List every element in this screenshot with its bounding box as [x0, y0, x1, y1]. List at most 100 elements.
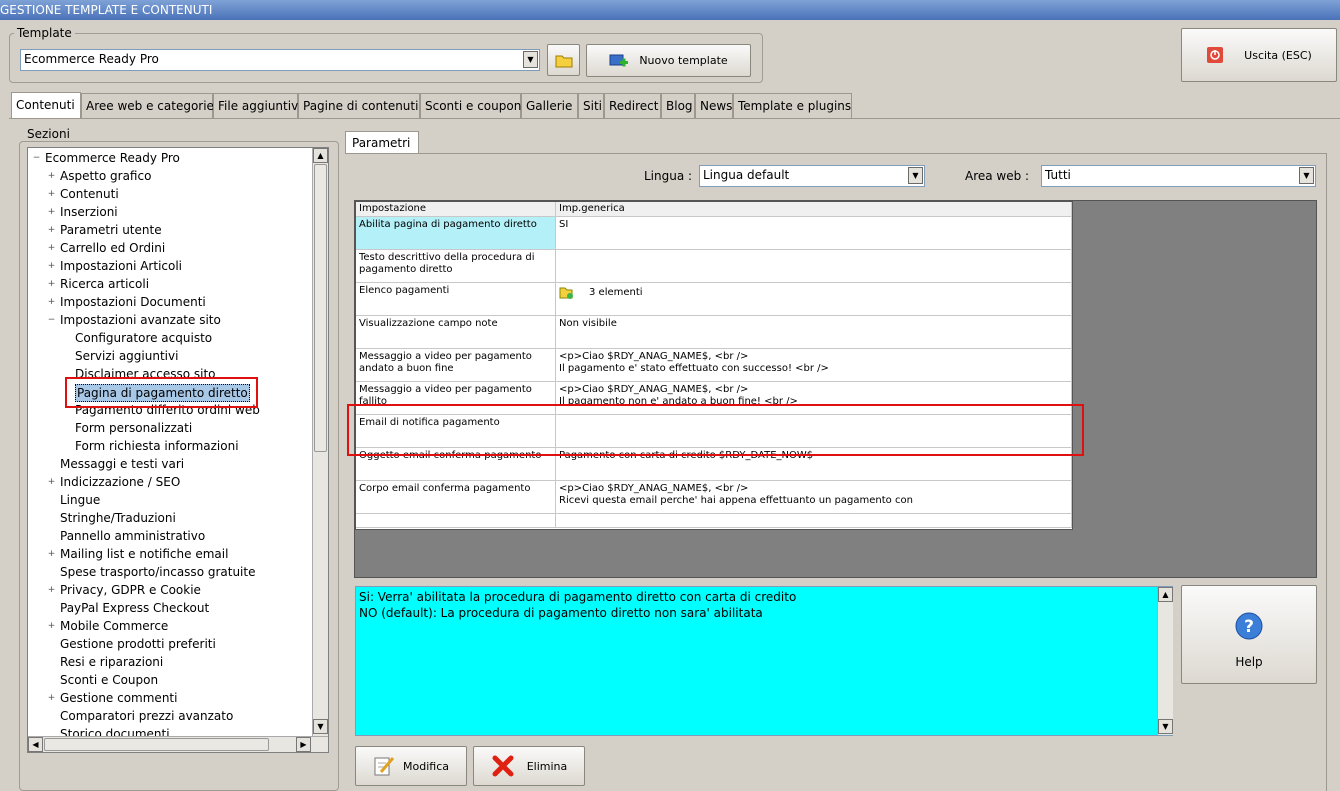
tree-hscroll-thumb[interactable] [44, 738, 269, 751]
tree-item[interactable]: Configuratore acquisto [75, 330, 212, 346]
tree-item[interactable]: Comparatori prezzi avanzato [60, 708, 233, 724]
scroll-right-icon[interactable]: ▶ [296, 737, 311, 752]
expand-icon[interactable]: + [47, 280, 56, 289]
chevron-down-icon[interactable]: ▼ [908, 167, 923, 184]
tree-item[interactable]: Mobile Commerce [60, 618, 168, 634]
tab-siti[interactable]: Siti [578, 93, 604, 118]
tree-item[interactable]: Gestione commenti [60, 690, 177, 706]
tab-contenuti[interactable]: Contenuti [11, 92, 81, 118]
tree-item[interactable]: Contenuti [60, 186, 119, 202]
tab-pagine-di-contenuti[interactable]: Pagine di contenuti [298, 93, 420, 118]
tree-item[interactable]: Messaggi e testi vari [60, 456, 184, 472]
new-template-button[interactable]: Nuovo template [586, 44, 751, 77]
tree-scroll-thumb[interactable] [314, 164, 327, 452]
row-value[interactable]: <p>Ciao $RDY_ANAG_NAME$, <br /> Ricevi qu… [556, 481, 1072, 514]
elimina-button[interactable]: Elimina [473, 746, 585, 786]
tree-item[interactable]: Ricerca articoli [60, 276, 149, 292]
expand-icon[interactable]: + [47, 298, 56, 307]
lingua-select[interactable]: Lingua default ▼ [699, 165, 925, 187]
tree-item[interactable]: Spese trasporto/incasso gratuite [60, 564, 255, 580]
expand-icon[interactable]: + [47, 586, 56, 595]
tree-item[interactable]: Indicizzazione / SEO [60, 474, 180, 490]
tree-item[interactable]: Pannello amministrativo [60, 528, 205, 544]
row-value-line-1: SI [559, 219, 569, 230]
scroll-up-icon[interactable]: ▲ [1158, 587, 1173, 602]
row-name: Elenco pagamenti [356, 283, 556, 316]
scroll-up-icon[interactable]: ▲ [313, 148, 328, 163]
help-button[interactable]: ? Help [1181, 585, 1317, 684]
tree-hscroll[interactable]: ◀ ▶ [28, 736, 328, 752]
tree-item[interactable]: Resi e riparazioni [60, 654, 163, 670]
expand-icon[interactable]: + [47, 478, 56, 487]
row-empty [556, 514, 1072, 528]
chevron-down-icon[interactable]: ▼ [1299, 167, 1314, 184]
expand-icon[interactable]: + [47, 244, 56, 253]
tree-item[interactable]: Gestione prodotti preferiti [60, 636, 216, 652]
template-select-value: Ecommerce Ready Pro [24, 52, 159, 66]
template-select[interactable]: Ecommerce Ready Pro ▼ [20, 49, 540, 71]
tab-redirect[interactable]: Redirect [604, 93, 661, 118]
scroll-down-icon[interactable]: ▼ [313, 719, 328, 734]
tree-item[interactable]: Inserzioni [60, 204, 118, 220]
tab-file-aggiuntivi[interactable]: File aggiuntivi [213, 93, 302, 118]
area-select[interactable]: Tutti ▼ [1041, 165, 1316, 187]
expand-icon[interactable]: + [47, 190, 56, 199]
scroll-left-icon[interactable]: ◀ [28, 737, 43, 752]
collapse-icon[interactable]: − [47, 316, 56, 325]
sections-legend: Sezioni [24, 127, 73, 141]
collapse-icon[interactable]: − [32, 154, 41, 163]
expand-icon[interactable]: + [47, 694, 56, 703]
row-value[interactable]: Non visibile [556, 316, 1072, 349]
params-grid[interactable]: Impostazione Imp.generica Abilita pagina d… [355, 201, 1073, 530]
tree-item[interactable]: Lingue [60, 492, 100, 508]
expand-icon[interactable]: + [47, 262, 56, 271]
chevron-down-icon[interactable]: ▼ [523, 51, 538, 68]
row-value-line-1: <p>Ciao $RDY_ANAG_NAME$, <br /> [559, 483, 749, 494]
help-textarea[interactable]: Si: Verra' abilitata la procedura di pag… [355, 586, 1173, 736]
exit-button[interactable]: Uscita (ESC) [1181, 28, 1337, 82]
tab-parametri[interactable]: Parametri [345, 131, 419, 154]
tree-item[interactable]: Stringhe/Traduzioni [60, 510, 176, 526]
folder-icon[interactable] [559, 285, 573, 299]
row-value[interactable]: SI [556, 217, 1072, 250]
expand-icon[interactable]: + [47, 208, 56, 217]
row-value-line-1: <p>Ciao $RDY_ANAG_NAME$, <br /> [559, 351, 749, 362]
tree-item[interactable]: Mailing list e notifiche email [60, 546, 228, 562]
row-value[interactable] [556, 250, 1072, 283]
tree-item[interactable]: Impostazioni Documenti [60, 294, 206, 310]
tab-aree-web-e-categorie[interactable]: Aree web e categorie [81, 93, 214, 118]
tree-item[interactable]: Aspetto grafico [60, 168, 151, 184]
tab-news[interactable]: News [695, 93, 733, 118]
tab-gallerie[interactable]: Gallerie [521, 93, 578, 118]
tree-item[interactable]: PayPal Express Checkout [60, 600, 209, 616]
expand-icon[interactable]: + [47, 172, 56, 181]
tree-vscroll[interactable]: ▲ ▼ [312, 148, 328, 736]
tree-item[interactable]: Sconti e Coupon [60, 672, 158, 688]
scroll-down-icon[interactable]: ▼ [1158, 719, 1173, 734]
row-value-line-2: Il pagamento e' stato effettuato con suc… [559, 363, 829, 374]
row-value[interactable]: 3 elementi [556, 283, 1072, 316]
tree-item[interactable]: Carrello ed Ordini [60, 240, 165, 256]
expand-icon[interactable]: + [47, 622, 56, 631]
modifica-button[interactable]: Modifica [355, 746, 467, 786]
sections-tree[interactable]: Ecommerce Ready Pro − Aspetto grafico + Cont… [27, 147, 329, 753]
tree-item[interactable]: Parametri utente [60, 222, 162, 238]
tree-item[interactable]: Form richiesta informazioni [75, 438, 239, 454]
tree-item[interactable]: Impostazioni Articoli [60, 258, 182, 274]
help-vscroll[interactable]: ▲ ▼ [1157, 587, 1173, 735]
expand-icon[interactable]: + [47, 226, 56, 235]
tree-item[interactable]: Impostazioni avanzate sito [60, 312, 221, 328]
row-value[interactable]: <p>Ciao $RDY_ANAG_NAME$, <br /> Il pagame… [556, 349, 1072, 382]
template-legend: Template [14, 26, 75, 40]
tab-sconti-e-coupon[interactable]: Sconti e coupon [420, 93, 521, 118]
tree-item[interactable]: Form personalizzati [75, 420, 192, 436]
tree-item[interactable]: Privacy, GDPR e Cookie [60, 582, 201, 598]
row-value-line-2: Ricevi questa email perche' hai appena e… [559, 495, 913, 506]
open-folder-button[interactable] [547, 44, 580, 76]
tree-item[interactable]: Storico documenti [60, 726, 170, 736]
expand-icon[interactable]: + [47, 550, 56, 559]
tab-template-e-plugins[interactable]: Template e plugins [733, 93, 852, 118]
tree-item[interactable]: Servizi aggiuntivi [75, 348, 178, 364]
tab-blog[interactable]: Blog [661, 93, 695, 118]
tree-root[interactable]: Ecommerce Ready Pro [45, 150, 180, 166]
